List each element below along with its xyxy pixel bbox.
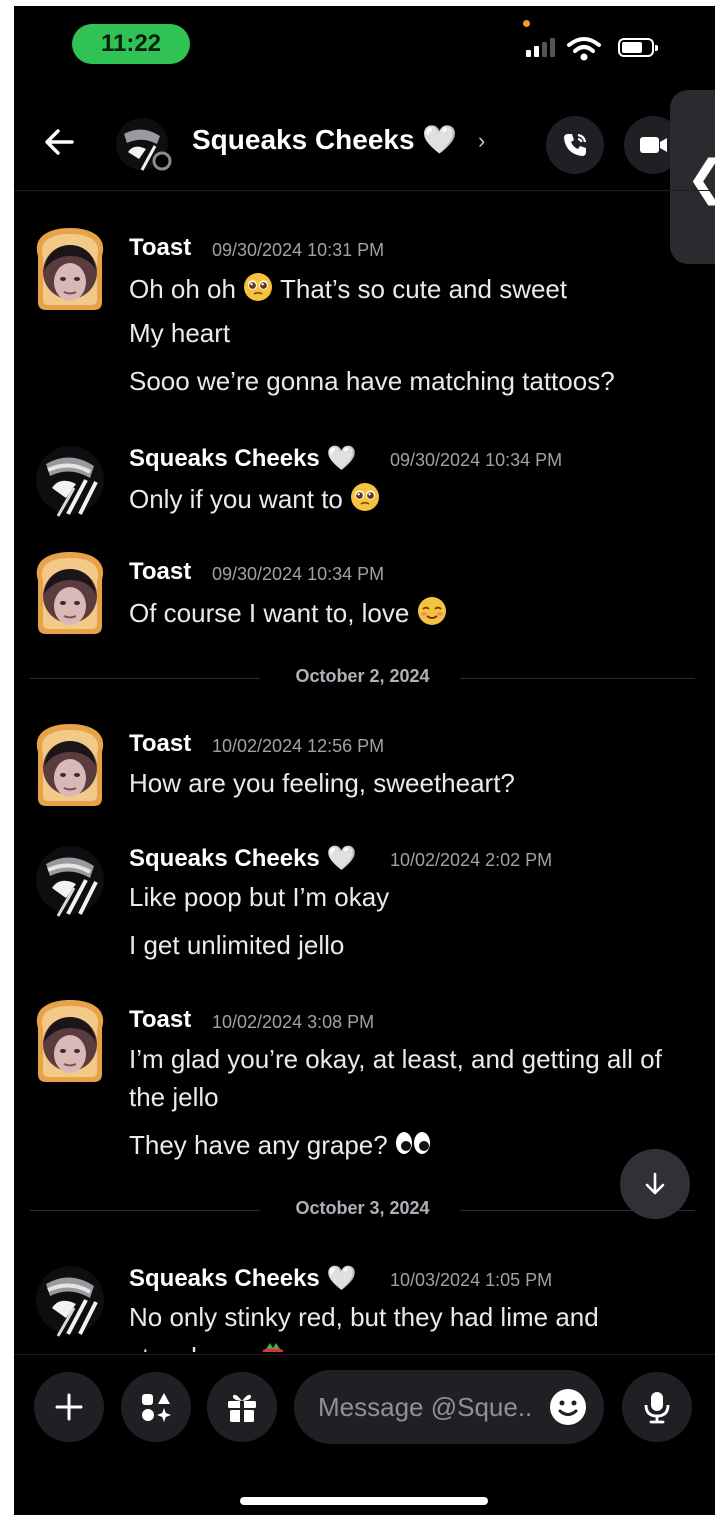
back-arrow-icon[interactable] [42,124,78,160]
author-name[interactable]: Toast [129,234,191,262]
message-text[interactable]: No only stinky red, but they had lime an… [129,1302,599,1333]
message-text[interactable]: How are you feeling, sweetheart? [129,768,515,799]
add-attachment-button[interactable] [34,1372,104,1442]
message-text[interactable]: Only if you want to [129,482,380,515]
status-time: 11:22 [72,24,190,64]
pleading-face-emoji-icon [350,482,380,512]
author-name[interactable]: Squeaks Cheeks 🤍 [129,844,356,873]
battery-icon [618,38,658,57]
author-name[interactable]: Squeaks Cheeks 🤍 [129,1264,356,1293]
author-name[interactable]: Toast [129,1006,191,1034]
message-text[interactable]: the jello [129,1082,219,1113]
message-timestamp: 10/02/2024 12:56 PM [212,736,385,756]
app-screen: 11:22 Squeaks Cheeks 🤍 › ❮ [14,6,715,1515]
toast-avatar[interactable] [30,998,110,1084]
message-text[interactable]: I get unlimited jello [129,930,344,961]
pleading-face-emoji-icon [243,272,273,302]
composer-divider [14,1354,715,1355]
voice-call-icon [564,133,587,156]
plus-icon [55,1393,83,1421]
message-text[interactable]: Sooo we’re gonna have matching tattoos? [129,366,615,397]
message-text[interactable]: Of course I want to, love [129,596,447,629]
microphone-icon [644,1392,670,1424]
gift-icon [228,1394,256,1422]
eyes-emoji-icon [395,1128,431,1158]
emoji-icon[interactable] [548,1387,588,1427]
message-text[interactable]: Like poop but I’m okay [129,882,389,913]
title-chevron-icon[interactable]: › [478,128,485,154]
header-divider [14,190,715,191]
apps-button[interactable] [121,1372,191,1442]
message-timestamp: 10/03/2024 1:05 PM [390,1270,553,1290]
video-call-icon [640,137,667,153]
strawberry-emoji-icon [258,1340,288,1352]
message-text[interactable]: They have any grape? [129,1128,431,1161]
squeaks-avatar[interactable] [30,436,110,522]
wifi-icon [567,37,601,61]
jump-to-present-button[interactable] [620,1149,690,1219]
message-input-container[interactable] [294,1370,604,1444]
toast-avatar[interactable] [30,722,110,808]
arrow-down-icon [645,1172,665,1195]
message-input[interactable] [318,1391,534,1423]
home-indicator[interactable] [240,1497,488,1505]
toast-avatar[interactable] [30,226,110,312]
smiling-face-emoji-icon [417,596,447,626]
message-list[interactable]: Toast 09/30/2024 10:31 PM Oh oh oh That’… [14,192,715,1352]
message-timestamp: 09/30/2024 10:31 PM [212,240,385,260]
message-text[interactable]: strawberry [129,1340,288,1352]
date-separator: October 2, 2024 [30,666,695,690]
voice-message-button[interactable] [622,1372,692,1442]
squeaks-avatar[interactable] [30,836,110,922]
message-timestamp: 10/02/2024 3:08 PM [212,1012,375,1032]
message-timestamp: 09/30/2024 10:34 PM [390,450,563,470]
apps-icon [142,1393,171,1422]
message-text[interactable]: Oh oh oh That’s so cute and sweet [129,272,567,305]
message-text[interactable]: I’m glad you’re okay, at least, and gett… [129,1044,662,1075]
voice-call-button[interactable] [546,116,604,174]
squeaks-avatar[interactable] [30,1256,110,1342]
message-timestamp: 10/02/2024 2:02 PM [390,850,553,870]
privacy-indicator [523,20,530,27]
author-name[interactable]: Toast [129,558,191,586]
signal-icon [526,38,555,57]
toast-avatar[interactable] [30,550,110,636]
message-timestamp: 09/30/2024 10:34 PM [212,564,385,584]
message-text[interactable]: My heart [129,318,230,349]
header-avatar[interactable] [114,114,174,174]
gift-button[interactable] [207,1372,277,1442]
author-name[interactable]: Squeaks Cheeks 🤍 [129,444,356,473]
conversation-title[interactable]: Squeaks Cheeks 🤍 [192,123,457,156]
author-name[interactable]: Toast [129,730,191,758]
date-separator: October 3, 2024 [30,1198,695,1222]
